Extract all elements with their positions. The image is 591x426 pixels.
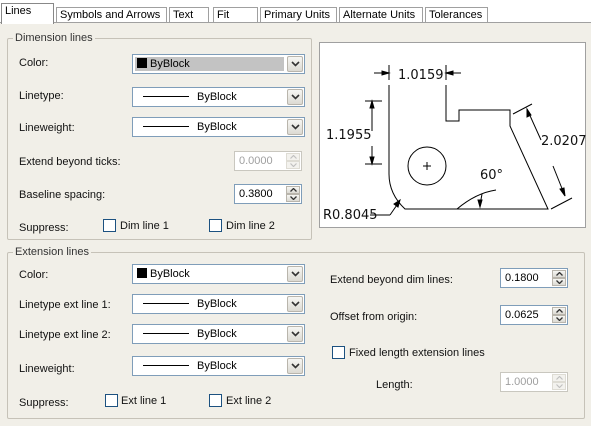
ext-line-1-checkbox[interactable]	[105, 394, 118, 407]
preview-dim-left: 1.1955	[326, 128, 372, 143]
extend-beyond-ticks-spinner: 0.0000	[234, 151, 302, 171]
ext-color-select[interactable]: ByBlock	[132, 264, 305, 284]
line-sample-icon	[143, 126, 189, 127]
line-sample-icon	[143, 365, 189, 366]
tab-bar: Lines Symbols and Arrows Text Fit Primar…	[0, 0, 591, 24]
fixed-length-label[interactable]: Fixed length extension lines	[349, 346, 485, 360]
dim-lineweight-label: Lineweight:	[19, 122, 75, 134]
spin-up-icon[interactable]	[286, 186, 300, 194]
line-sample-icon	[143, 333, 189, 334]
line-sample-icon	[143, 303, 189, 304]
offset-from-origin-spinner[interactable]: 0.0625	[500, 305, 568, 325]
spin-down-icon	[286, 161, 300, 169]
tab-primary-units[interactable]: Primary Units	[260, 7, 337, 23]
dim-linetype-value: ByBlock	[197, 91, 237, 103]
offset-from-origin-value: 0.0625	[505, 309, 539, 321]
ext-linetype-1-value: ByBlock	[197, 298, 237, 310]
dimension-preview: 1.0159 1.1955 2.0207 60° R0.8045	[319, 42, 587, 228]
spin-down-icon[interactable]	[552, 278, 566, 286]
dim-color-value: ByBlock	[150, 58, 190, 70]
spin-up-icon[interactable]	[552, 307, 566, 315]
ext-lineweight-value: ByBlock	[197, 360, 237, 372]
chevron-down-icon[interactable]	[287, 56, 303, 72]
extend-beyond-ticks-value: 0.0000	[239, 155, 273, 167]
spin-down-icon[interactable]	[286, 194, 300, 202]
ext-line-1-label[interactable]: Ext line 1	[121, 394, 166, 408]
tab-fit[interactable]: Fit	[213, 7, 258, 23]
chevron-down-icon[interactable]	[287, 326, 303, 342]
tab-lines[interactable]: Lines	[1, 3, 54, 24]
extend-beyond-ticks-label: Extend beyond ticks:	[19, 156, 121, 168]
spin-down-icon[interactable]	[552, 315, 566, 323]
ext-linetype-1-select[interactable]: ByBlock	[132, 294, 305, 314]
preview-angle: 60°	[480, 168, 504, 183]
offset-from-origin-label: Offset from origin:	[330, 311, 418, 323]
dim-line-1-label[interactable]: Dim line 1	[120, 219, 169, 233]
tab-symbols-and-arrows[interactable]: Symbols and Arrows	[56, 7, 167, 23]
extend-beyond-dim-lines-value: 0.1800	[505, 272, 539, 284]
spin-up-icon	[286, 153, 300, 161]
length-spinner: 1.0000	[500, 372, 568, 392]
dimension-lines-title: Dimension lines	[13, 31, 95, 45]
dim-color-label: Color:	[19, 57, 49, 69]
length-value: 1.0000	[505, 376, 539, 388]
preview-dim-top: 1.0159	[398, 68, 444, 83]
color-swatch	[137, 268, 147, 278]
color-swatch	[137, 58, 147, 68]
spin-down-icon	[552, 382, 566, 390]
ext-lineweight-select[interactable]: ByBlock	[132, 356, 305, 376]
ext-line-2-label[interactable]: Ext line 2	[226, 394, 271, 408]
extension-lines-title: Extension lines	[13, 245, 91, 259]
ext-lineweight-label: Lineweight:	[19, 363, 75, 375]
baseline-spacing-spinner[interactable]: 0.3800	[234, 184, 302, 204]
ext-line-2-checkbox[interactable]	[209, 394, 222, 407]
dim-lineweight-value: ByBlock	[197, 121, 237, 133]
dim-color-select[interactable]: ByBlock	[132, 54, 305, 74]
spin-up-icon[interactable]	[552, 270, 566, 278]
length-label: Length:	[376, 379, 413, 391]
chevron-down-icon[interactable]	[287, 119, 303, 135]
ext-linetype-2-select[interactable]: ByBlock	[132, 324, 305, 344]
ext-suppress-label: Suppress:	[19, 397, 69, 409]
ext-linetype-1-label: Linetype ext line 1:	[19, 299, 111, 311]
chevron-down-icon[interactable]	[287, 266, 303, 282]
tab-tolerances[interactable]: Tolerances	[425, 7, 488, 23]
extend-beyond-dim-lines-label: Extend beyond dim lines:	[330, 274, 453, 286]
ext-color-label: Color:	[19, 269, 49, 281]
dim-line-2-label[interactable]: Dim line 2	[226, 219, 275, 233]
preview-dim-right: 2.0207	[541, 134, 587, 149]
extend-beyond-dim-lines-spinner[interactable]: 0.1800	[500, 268, 568, 288]
line-sample-icon	[143, 96, 189, 97]
dim-line-2-checkbox[interactable]	[209, 219, 222, 232]
fixed-length-checkbox[interactable]	[332, 346, 345, 359]
baseline-spacing-label: Baseline spacing:	[19, 189, 106, 201]
dim-linetype-select[interactable]: ByBlock	[132, 87, 305, 107]
dim-suppress-label: Suppress:	[19, 222, 69, 234]
chevron-down-icon[interactable]	[287, 296, 303, 312]
spin-up-icon	[552, 374, 566, 382]
chevron-down-icon[interactable]	[287, 358, 303, 374]
tab-alternate-units[interactable]: Alternate Units	[339, 7, 423, 23]
ext-color-value: ByBlock	[150, 268, 190, 280]
baseline-spacing-value: 0.3800	[239, 188, 273, 200]
chevron-down-icon[interactable]	[287, 89, 303, 105]
preview-radius: R0.8045	[323, 208, 378, 223]
dim-line-1-checkbox[interactable]	[103, 219, 116, 232]
tab-text[interactable]: Text	[169, 7, 209, 23]
dim-linetype-label: Linetype:	[19, 90, 64, 102]
ext-linetype-2-value: ByBlock	[197, 328, 237, 340]
dim-lineweight-select[interactable]: ByBlock	[132, 117, 305, 137]
ext-linetype-2-label: Linetype ext line 2:	[19, 329, 111, 341]
